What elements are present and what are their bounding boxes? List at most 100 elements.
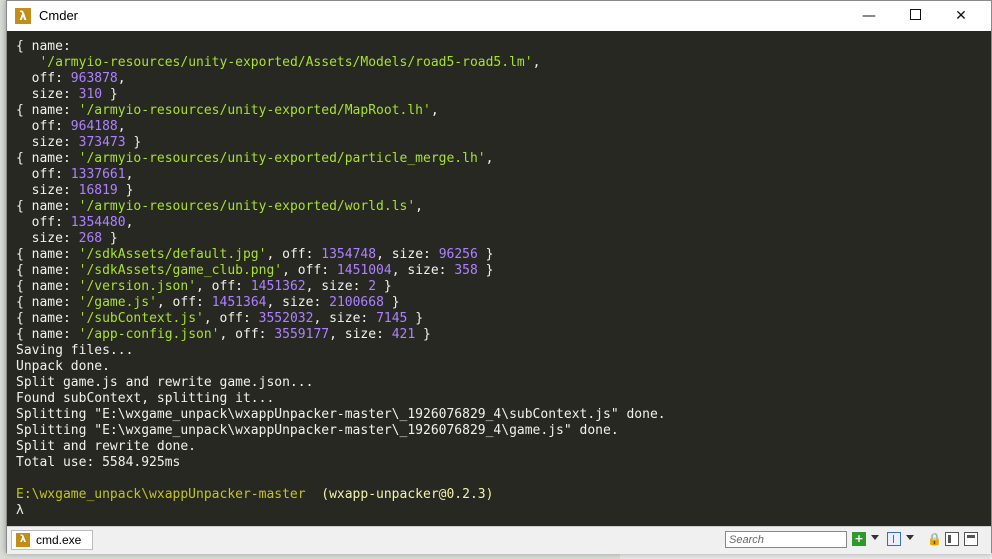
terminal-text: } [407, 311, 424, 326]
terminal-text: } [477, 263, 494, 278]
terminal-line: Unpack done. [16, 359, 976, 375]
terminal-text: Total use: 5584.925ms [16, 455, 181, 470]
terminal-text: Splitting "E:\wxgame_unpack\wxappUnpacke… [16, 423, 619, 438]
terminal-text: λ [16, 503, 24, 518]
title-bar[interactable]: λ Cmder — ✕ [7, 1, 991, 31]
terminal-text: 421 [391, 327, 416, 342]
terminal-text: 3552032 [258, 311, 314, 326]
terminal-text: '/armyio-resources/unity-exported/Assets… [39, 55, 533, 70]
terminal-text: , off: [266, 247, 322, 262]
panes-dropdown-icon[interactable] [906, 535, 914, 540]
terminal-line: off: 1354480, [16, 215, 976, 231]
terminal-line: off: 1337661, [16, 167, 976, 183]
terminal-line: λ [16, 503, 976, 519]
terminal-text: size: [16, 183, 79, 198]
terminal-text: size: [16, 135, 79, 150]
terminal-line: { name: '/armyio-resources/unity-exporte… [16, 151, 976, 167]
terminal-text: Splitting "E:\wxgame_unpack\wxappUnpacke… [16, 407, 666, 422]
terminal-text: 1354480 [70, 215, 126, 230]
split-vertical-icon[interactable] [945, 532, 959, 546]
terminal-line: Saving files... [16, 343, 976, 359]
terminal-text: , [125, 167, 134, 182]
terminal-line: { name: '/sdkAssets/default.jpg', off: 1… [16, 247, 976, 263]
terminal-line: size: 373473 } [16, 135, 976, 151]
terminal-line: Splitting "E:\wxgame_unpack\wxappUnpacke… [16, 423, 976, 439]
terminal-text: , size: [305, 279, 369, 294]
lambda-icon: λ [16, 533, 30, 547]
terminal-line: { name: '/armyio-resources/unity-exporte… [16, 199, 976, 215]
terminal-text: { name: [16, 151, 79, 166]
terminal-text: '/version.json' [78, 279, 197, 294]
search-input[interactable] [725, 531, 847, 548]
terminal-scrollbar[interactable] [979, 31, 991, 525]
terminal-text: 1451362 [250, 279, 306, 294]
terminal-line: off: 963878, [16, 71, 976, 87]
terminal-text: , off: [282, 263, 337, 278]
terminal-text: , off: [219, 327, 275, 342]
terminal-text: Saving files... [16, 343, 134, 358]
terminal-output[interactable]: { name: '/armyio-resources/unity-exporte… [16, 39, 976, 519]
terminal-text: 1451004 [336, 263, 392, 278]
terminal-line: Total use: 5584.925ms [16, 455, 976, 471]
cmder-statusbar: λ cmd.exe + 🔒 [7, 526, 991, 554]
terminal-text: '/subContext.js' [78, 311, 204, 326]
terminal-line: Splitting "E:\wxgame_unpack\wxappUnpacke… [16, 407, 976, 423]
close-button[interactable]: ✕ [938, 1, 984, 31]
terminal-text: , off: [203, 311, 259, 326]
terminal-text: } [376, 279, 392, 294]
terminal-text: , [532, 55, 541, 70]
tab-cmd-exe[interactable]: λ cmd.exe [11, 530, 93, 550]
terminal-text: { name: [16, 39, 71, 54]
minimize-button[interactable]: — [846, 1, 892, 31]
terminal-text: , size: [313, 311, 377, 326]
terminal-text: 7145 [376, 311, 408, 326]
terminal-text: 963878 [70, 71, 118, 86]
cmder-lambda-icon[interactable]: λ [15, 8, 31, 24]
add-console-dropdown-icon[interactable] [871, 535, 879, 540]
terminal-text: Found subContext, splitting it... [16, 391, 275, 406]
terminal-line: '/armyio-resources/unity-exported/Assets… [16, 55, 976, 71]
lock-icon[interactable]: 🔒 [927, 532, 942, 546]
terminal-text: 1451364 [211, 295, 267, 310]
terminal-line: { name: '/subContext.js', off: 3552032, … [16, 311, 976, 327]
terminal-text: size: [16, 231, 79, 246]
terminal-text: Split and rewrite done. [16, 439, 197, 454]
terminal-text: } [383, 295, 400, 310]
terminal-line: size: 268 } [16, 231, 976, 247]
maximize-button[interactable] [892, 1, 938, 31]
terminal-text: '/armyio-resources/unity-exported/world.… [78, 199, 416, 214]
terminal-text: , off: [196, 279, 251, 294]
terminal-text: '/armyio-resources/unity-exported/MapRoo… [78, 103, 431, 118]
terminal-text: size: [16, 87, 79, 102]
terminal-text: '/app-config.json' [78, 327, 220, 342]
terminal-text: { name: [16, 247, 79, 262]
terminal-text: , size: [329, 327, 392, 342]
terminal-text: 373473 [78, 135, 126, 150]
terminal-text: off: [16, 71, 71, 86]
terminal-text: { name: [16, 103, 79, 118]
maximize-icon [909, 9, 921, 20]
terminal-text: , size: [391, 263, 455, 278]
terminal-text: , [117, 71, 126, 86]
terminal-text: 964188 [70, 119, 118, 134]
terminal-text: 1337661 [70, 167, 126, 182]
terminal-text: { name: [16, 279, 79, 294]
terminal-text: 2 [368, 279, 377, 294]
terminal-text: , off: [156, 295, 212, 310]
terminal-line: off: 964188, [16, 119, 976, 135]
terminal-text: off: [16, 119, 71, 134]
add-console-icon[interactable]: + [852, 532, 866, 546]
terminal-text: , [117, 119, 126, 134]
terminal-text: { name: [16, 327, 79, 342]
terminal-text: { name: [16, 263, 79, 278]
terminal-line: size: 310 } [16, 87, 976, 103]
terminal-line: { name: '/sdkAssets/game_club.png', off:… [16, 263, 976, 279]
terminal-text: Unpack done. [16, 359, 110, 374]
window-title: Cmder [39, 8, 79, 23]
terminal-text: off: [16, 167, 71, 182]
terminal-text: , [485, 151, 494, 166]
terminal-text: } [477, 247, 494, 262]
panes-icon[interactable] [887, 532, 901, 546]
terminal-text: } [102, 231, 118, 246]
split-horizontal-icon[interactable] [964, 532, 978, 546]
